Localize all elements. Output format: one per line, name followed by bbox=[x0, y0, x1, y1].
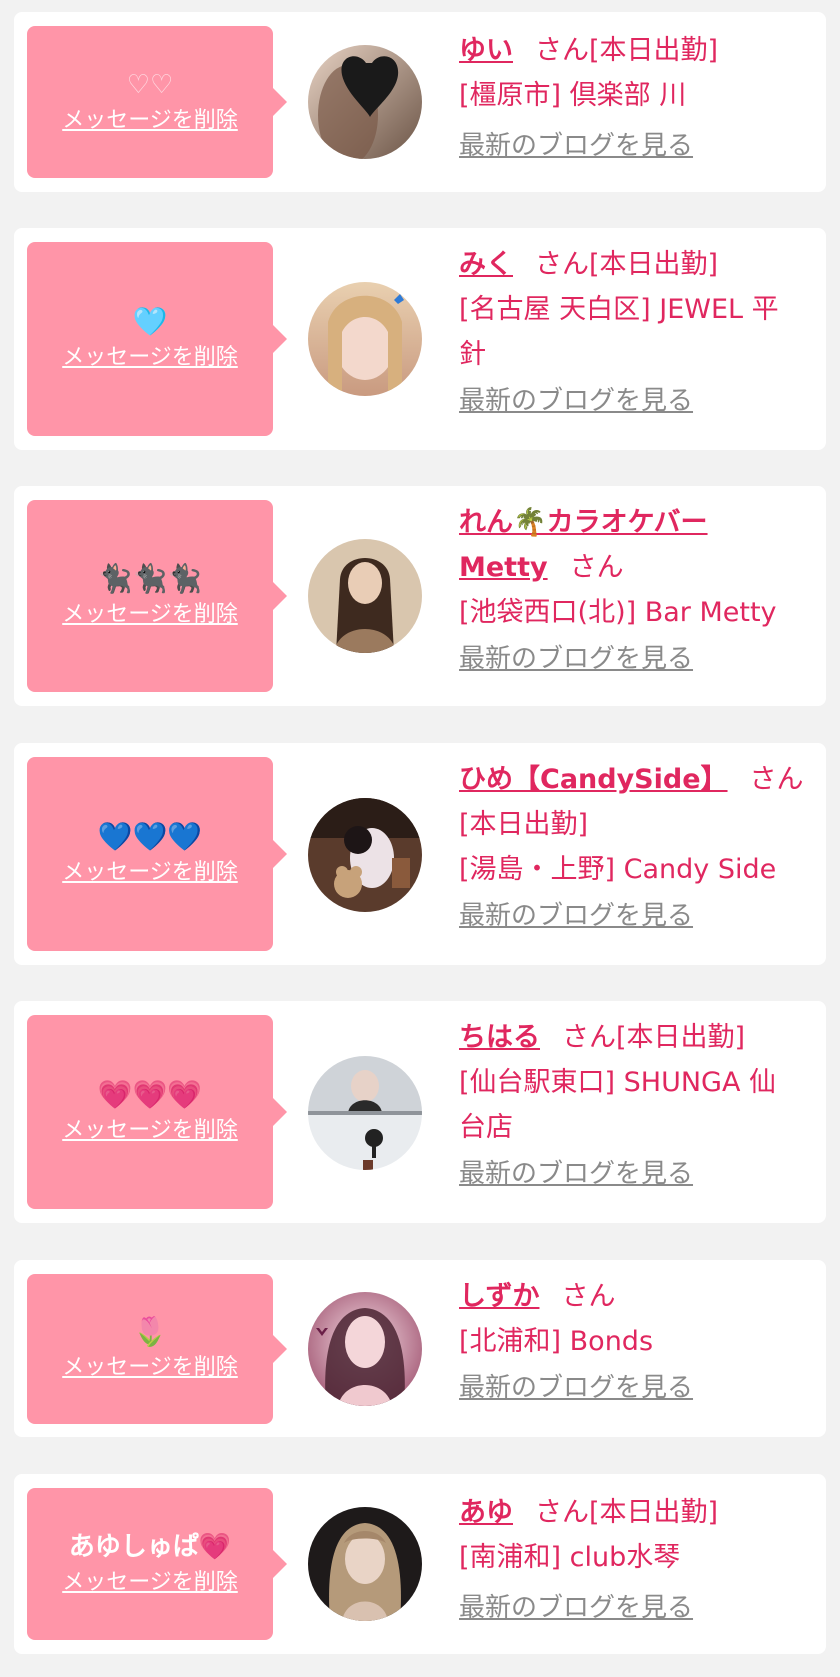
san-suffix: さん bbox=[535, 1497, 589, 1528]
shop-name: [橿原市] 倶楽部 川 bbox=[459, 80, 687, 111]
favorite-card: 🩵 メッセージを削除 みくさん[本日出勤] [名古屋 天白区] JEWEL 平 bbox=[14, 228, 826, 450]
message-bubble: 🌷 メッセージを削除 bbox=[27, 1274, 287, 1424]
avatar[interactable] bbox=[308, 1507, 422, 1621]
girl-name-link[interactable]: れん🌴カラオケバー bbox=[459, 507, 708, 538]
favorite-card: 💙💙💙 メッセージを削除 ひめ【CandySide】 さん [本日出勤] [湯島・… bbox=[14, 743, 826, 965]
avatar[interactable] bbox=[308, 798, 422, 912]
avatar[interactable] bbox=[308, 282, 422, 396]
status-badge: [本日出勤] bbox=[589, 35, 719, 66]
shop-name: [池袋西口(北)] Bar Metty bbox=[459, 597, 777, 628]
avatar[interactable] bbox=[308, 1292, 422, 1406]
avatar[interactable] bbox=[308, 45, 422, 159]
latest-blog-link[interactable]: 最新のブログを見る bbox=[459, 637, 819, 681]
message-text: 💙💙💙 bbox=[97, 820, 203, 853]
info-block: あゆ さん[本日出勤] [南浦和] club水琴 最新のブログを見る bbox=[459, 1490, 819, 1630]
delete-message-link[interactable]: メッセージを削除 bbox=[62, 343, 238, 373]
avatar[interactable] bbox=[308, 539, 422, 653]
san-suffix: さん bbox=[561, 1281, 616, 1312]
shop-name: [北浦和] Bonds bbox=[459, 1326, 654, 1357]
info-block: ちはる さん[本日出勤] [仙台駅東口] SHUNGA 仙 台店 最新のブログを見… bbox=[459, 1015, 819, 1196]
delete-message-link[interactable]: メッセージを削除 bbox=[62, 1353, 238, 1383]
favorite-card: 🌷 メッセージを削除 しずか さん [北浦和] Bonds 最新のブログを見る bbox=[14, 1260, 826, 1437]
message-text: ♡♡ bbox=[126, 70, 174, 100]
san-suffix: さん bbox=[535, 249, 589, 280]
status-badge: [本日出勤] bbox=[459, 809, 589, 840]
delete-message-link[interactable]: メッセージを削除 bbox=[62, 1568, 238, 1598]
delete-message-link[interactable]: メッセージを削除 bbox=[62, 1116, 238, 1146]
message-bubble: ♡♡ メッセージを削除 bbox=[27, 26, 287, 178]
shop-name: [仙台駅東口] SHUNGA 仙 bbox=[459, 1067, 777, 1098]
info-block: れん🌴カラオケバー Metty さん [池袋西口(北)] Bar Metty 最新… bbox=[459, 500, 819, 681]
girl-name-link[interactable]: ひめ【CandySide】 bbox=[459, 764, 728, 795]
message-bubble: 💙💙💙 メッセージを削除 bbox=[27, 757, 287, 951]
latest-blog-link[interactable]: 最新のブログを見る bbox=[459, 894, 819, 938]
girl-name-link[interactable]: ゆい bbox=[459, 35, 513, 66]
latest-blog-link[interactable]: 最新のブログを見る bbox=[459, 124, 819, 168]
latest-blog-link[interactable]: 最新のブログを見る bbox=[459, 379, 819, 423]
girl-name-link-cont[interactable]: Metty bbox=[459, 552, 548, 583]
message-text: 🩵 bbox=[132, 305, 168, 338]
info-block: みく さん[本日出勤] [名古屋 天白区] JEWEL 平 針 最新のブログを見る bbox=[459, 242, 819, 423]
info-block: しずか さん [北浦和] Bonds 最新のブログを見る bbox=[459, 1274, 819, 1410]
message-bubble: あゆしゅぱ💗 メッセージを削除 bbox=[27, 1488, 287, 1640]
shop-name-cont: 台店 bbox=[459, 1112, 513, 1143]
girl-name-link[interactable]: しずか bbox=[459, 1281, 539, 1312]
shop-name: [湯島・上野] Candy Side bbox=[459, 854, 777, 885]
avatar[interactable] bbox=[308, 1056, 422, 1170]
favorite-card: ♡♡ メッセージを削除 ゆい さん[本日出勤] [橿原市] 倶楽部 川 最新のブロ… bbox=[14, 12, 826, 192]
latest-blog-link[interactable]: 最新のブログを見る bbox=[459, 1152, 819, 1196]
message-bubble: 💗💗💗 メッセージを削除 bbox=[27, 1015, 287, 1209]
latest-blog-link[interactable]: 最新のブログを見る bbox=[459, 1586, 819, 1630]
message-text: 🐈‍⬛🐈‍⬛🐈‍⬛ bbox=[97, 562, 203, 595]
info-block: ひめ【CandySide】 さん [本日出勤] [湯島・上野] Candy Sid… bbox=[459, 757, 819, 938]
status-badge: [本日出勤] bbox=[589, 249, 719, 280]
status-badge: [本日出勤] bbox=[589, 1497, 719, 1528]
message-text: あゆしゅぱ💗 bbox=[68, 1532, 232, 1562]
info-block: ゆい さん[本日出勤] [橿原市] 倶楽部 川 最新のブログを見る bbox=[459, 28, 819, 168]
message-bubble: 🐈‍⬛🐈‍⬛🐈‍⬛ メッセージを削除 bbox=[27, 500, 287, 692]
message-bubble: 🩵 メッセージを削除 bbox=[27, 242, 287, 436]
shop-name-cont: 針 bbox=[459, 339, 486, 370]
message-text: 💗💗💗 bbox=[97, 1078, 203, 1111]
message-text: 🌷 bbox=[132, 1315, 168, 1348]
delete-message-link[interactable]: メッセージを削除 bbox=[62, 858, 238, 888]
shop-name: [南浦和] club水琴 bbox=[459, 1542, 681, 1573]
status-badge: [本日出勤] bbox=[616, 1022, 746, 1053]
girl-name-link[interactable]: みく bbox=[459, 249, 513, 280]
san-suffix: さん bbox=[535, 35, 589, 66]
shop-name: [名古屋 天白区] JEWEL 平 bbox=[459, 294, 779, 325]
san-suffix: さん bbox=[562, 1022, 616, 1053]
favorite-card: 💗💗💗 メッセージを削除 ちはる さん[本日出勤] [仙台駅東口] SHUNGA … bbox=[14, 1001, 826, 1223]
san-suffix: さん bbox=[569, 552, 624, 583]
san-suffix: さん bbox=[749, 764, 804, 795]
favorite-card: あゆしゅぱ💗 メッセージを削除 あゆ さん[本日出勤] [南浦和] club水琴 … bbox=[14, 1474, 826, 1654]
delete-message-link[interactable]: メッセージを削除 bbox=[62, 600, 238, 630]
girl-name-link[interactable]: ちはる bbox=[459, 1022, 540, 1053]
delete-message-link[interactable]: メッセージを削除 bbox=[62, 106, 238, 136]
favorite-card: 🐈‍⬛🐈‍⬛🐈‍⬛ メッセージを削除 れん🌴カラオケバー Metty さん [池袋… bbox=[14, 486, 826, 706]
latest-blog-link[interactable]: 最新のブログを見る bbox=[459, 1366, 819, 1410]
girl-name-link[interactable]: あゆ bbox=[459, 1497, 513, 1528]
